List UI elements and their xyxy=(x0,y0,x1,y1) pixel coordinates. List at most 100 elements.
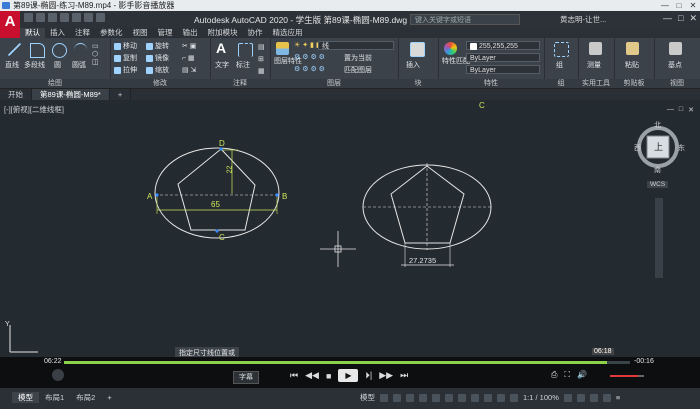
tab-layout1[interactable]: 布局1 xyxy=(39,392,70,403)
tab-output[interactable]: 输出 xyxy=(178,28,203,38)
more-annotation-icon[interactable]: ▤ ⊞ ▦ xyxy=(258,42,265,78)
customization-icon[interactable]: ≡ xyxy=(616,393,620,402)
dimension-icon[interactable] xyxy=(238,43,253,57)
arc-icon[interactable] xyxy=(74,43,87,57)
redo-icon[interactable] xyxy=(96,13,105,22)
workspace-icon[interactable] xyxy=(510,393,518,402)
tab-insert[interactable]: 插入 xyxy=(45,28,70,38)
viewcube-top-label[interactable]: 上 xyxy=(654,140,663,153)
clean-screen-icon[interactable] xyxy=(602,393,611,402)
navigation-bar[interactable] xyxy=(655,198,663,278)
tab-model[interactable]: 模型 xyxy=(12,392,39,403)
paste-icon[interactable] xyxy=(626,42,639,55)
linetype-dropdown[interactable]: ByLayer xyxy=(466,53,540,62)
viewcube-west[interactable]: 西 xyxy=(634,143,641,153)
rewind-icon[interactable]: ◀◀ xyxy=(305,370,319,381)
insert-icon[interactable] xyxy=(410,42,425,57)
measure-icon[interactable] xyxy=(589,42,602,55)
fullscreen-icon[interactable]: ⛶ xyxy=(564,370,570,380)
otrack-icon[interactable] xyxy=(445,393,453,402)
layer-state-icons[interactable]: ☀ ✦ ▮ ▮ xyxy=(294,41,320,49)
player-maximize-button[interactable]: □ xyxy=(672,1,686,10)
viewcube-north[interactable]: 北 xyxy=(654,120,661,130)
isolate-icon[interactable] xyxy=(576,393,585,402)
match-properties-icon[interactable] xyxy=(444,42,457,55)
grid-icon[interactable] xyxy=(380,393,388,402)
play-button[interactable]: ▶ xyxy=(338,369,359,382)
tab-manage[interactable]: 管理 xyxy=(153,28,178,38)
text-button[interactable]: 文字 xyxy=(215,60,229,70)
viewcube-east[interactable]: 东 xyxy=(678,143,685,153)
snap-icon[interactable] xyxy=(393,393,401,402)
save-icon[interactable] xyxy=(48,13,57,22)
hardware-acceleration-icon[interactable] xyxy=(589,393,598,402)
set-current-button[interactable]: 置为当前 xyxy=(344,53,372,63)
pentagon-right[interactable] xyxy=(390,165,465,244)
tab-start[interactable]: 开始 xyxy=(0,89,32,100)
match-layer-button[interactable]: 匹配图层 xyxy=(344,65,372,75)
polyline-icon[interactable] xyxy=(30,43,45,58)
base-view-icon[interactable] xyxy=(669,42,682,55)
player-settings-icon[interactable] xyxy=(52,369,64,381)
autocad-logo-icon[interactable]: A xyxy=(0,11,20,38)
undo-icon[interactable] xyxy=(84,13,93,22)
color-dropdown[interactable]: 255,255,255 xyxy=(466,41,540,50)
tab-addins[interactable]: 附加模块 xyxy=(203,28,243,38)
text-icon[interactable]: A xyxy=(216,41,229,55)
new-tab-button[interactable]: + xyxy=(110,89,132,100)
polyline-button[interactable]: 多段线 xyxy=(24,60,45,70)
line-icon[interactable] xyxy=(8,43,21,56)
circle-icon[interactable] xyxy=(52,43,67,58)
circle-button[interactable]: 圆 xyxy=(54,60,61,70)
cad-maximize-button[interactable]: □ xyxy=(678,13,683,24)
tab-drawing[interactable]: 第89课-椭圆-M89* xyxy=(32,89,110,100)
next-icon[interactable]: ⏭ xyxy=(400,370,408,381)
model-space-toggle[interactable]: 模型 xyxy=(360,392,375,403)
insert-button[interactable]: 插入 xyxy=(406,60,420,70)
search-input[interactable]: 键入关键字或短语 xyxy=(410,14,520,25)
ellipse-right[interactable] xyxy=(362,164,492,250)
annotation-scale[interactable]: 1:1 / 100% xyxy=(523,393,559,402)
viewcube-south[interactable]: 南 xyxy=(654,165,661,175)
player-minimize-button[interactable]: — xyxy=(658,1,672,10)
layer-dropdown[interactable]: 线 xyxy=(318,41,394,50)
open-file-icon[interactable] xyxy=(36,13,45,22)
dim-text-width[interactable]: 65 xyxy=(211,200,220,209)
tab-parametric[interactable]: 参数化 xyxy=(95,28,128,38)
annotation-icon[interactable] xyxy=(497,393,505,402)
stop-icon[interactable]: ■ xyxy=(326,371,331,381)
step-icon[interactable]: ⏵| xyxy=(365,370,372,381)
tab-featured-apps[interactable]: 精选应用 xyxy=(268,28,308,38)
cad-close-button[interactable]: ✕ xyxy=(689,13,697,24)
rotate-button[interactable]: 旋转 xyxy=(146,41,169,51)
ortho-icon[interactable] xyxy=(406,393,414,402)
mirror-button[interactable]: 镜像 xyxy=(146,53,169,63)
paste-button[interactable]: 粘贴 xyxy=(625,60,639,70)
save-as-icon[interactable] xyxy=(60,13,69,22)
measure-button[interactable]: 测量 xyxy=(587,60,601,70)
add-layout-button[interactable]: + xyxy=(101,392,117,403)
base-view-button[interactable]: 基点 xyxy=(668,60,682,70)
pentagon-left[interactable] xyxy=(177,148,256,231)
player-close-button[interactable]: ✕ xyxy=(686,1,700,10)
osnap-icon[interactable] xyxy=(432,393,440,402)
selection-cycling-icon[interactable] xyxy=(484,393,492,402)
polar-icon[interactable] xyxy=(419,393,427,402)
tab-annotate[interactable]: 注释 xyxy=(70,28,95,38)
cad-minimize-button[interactable]: — xyxy=(663,13,672,24)
wcs-menu[interactable]: WCS xyxy=(647,181,669,188)
tab-layout2[interactable]: 布局2 xyxy=(70,392,101,403)
tab-view[interactable]: 视图 xyxy=(128,28,153,38)
gear-icon[interactable] xyxy=(563,393,572,402)
arc-button[interactable]: 圆弧 xyxy=(72,60,86,70)
tab-default[interactable]: 默认 xyxy=(20,28,45,38)
video-progress-bar[interactable] xyxy=(64,361,630,364)
lineweight-icon[interactable] xyxy=(458,393,466,402)
tab-collaborate[interactable]: 协作 xyxy=(243,28,268,38)
lineweight-dropdown[interactable]: ByLayer xyxy=(466,65,540,74)
previous-icon[interactable]: ⏮ xyxy=(290,370,298,381)
more-draw-icon[interactable]: ▭ ⬡ ◫ xyxy=(92,42,99,66)
subtitle-button[interactable]: 字幕 xyxy=(233,371,259,384)
copy-button[interactable]: 复制 xyxy=(114,53,137,63)
layer-properties-icon[interactable] xyxy=(276,42,289,55)
